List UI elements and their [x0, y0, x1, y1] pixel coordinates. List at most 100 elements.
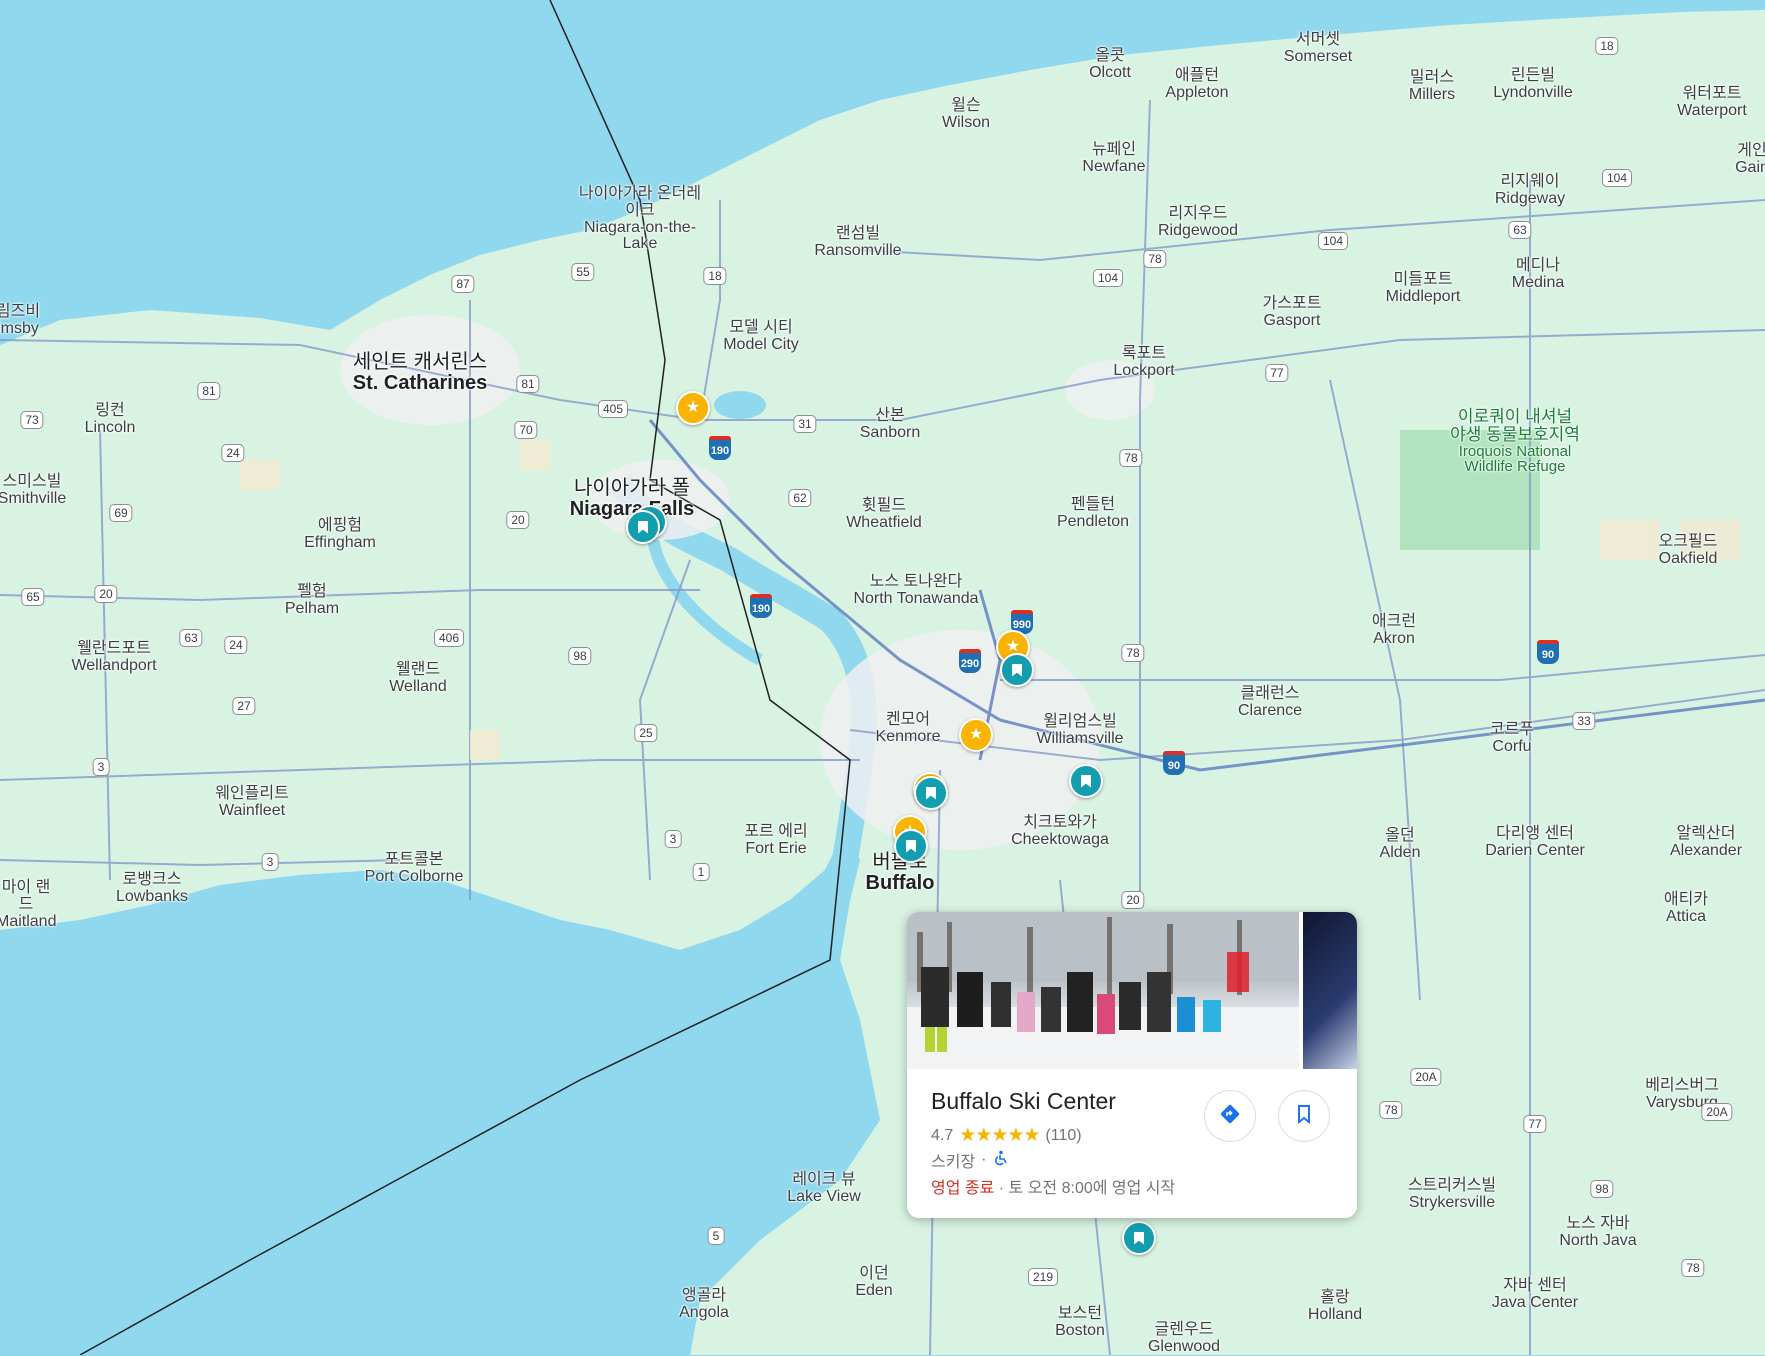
open-status: 영업 종료: [931, 1180, 995, 1197]
place-label: 포르 에리 Fort Erie: [744, 823, 808, 857]
place-label: 뉴페인 Newfane: [1082, 141, 1146, 175]
place-label: 마이 랜드 Maitland: [0, 879, 57, 930]
bookmark-icon: [1012, 663, 1022, 677]
bookmark-icon: [638, 520, 648, 534]
place-photo[interactable]: [907, 912, 1299, 1069]
route-shield: 3: [664, 830, 682, 848]
place-label: 서머셋 Somerset: [1283, 31, 1353, 65]
route-shield: 63: [1508, 221, 1532, 239]
starred-place-pin[interactable]: ★: [676, 391, 710, 425]
place-label: 애플턴 Appleton: [1165, 67, 1229, 101]
route-shield: 219: [1027, 1268, 1059, 1286]
place-label: 록포트 Lockport: [1113, 345, 1175, 379]
route-shield: 406: [433, 629, 465, 647]
place-card[interactable]: Buffalo Ski Center 4.7 ★★★★★ (110) 스키장 ·…: [907, 912, 1357, 1218]
route-shield: 31: [793, 415, 817, 433]
place-label: 윌슨 Wilson: [941, 97, 991, 131]
route-shield: 24: [224, 636, 248, 654]
route-shield: 3: [92, 758, 110, 776]
place-label: 자바 센터 Java Center: [1491, 1277, 1579, 1311]
place-label: 코르푸 Corfu: [1489, 721, 1535, 755]
saved-place-pin[interactable]: [914, 776, 948, 810]
route-shield: 73: [20, 411, 44, 429]
place-label: 나이아가라 온더레이크 Niagara-on-the-Lake: [578, 185, 702, 253]
place-label: 미들포트 Middleport: [1385, 271, 1461, 305]
place-label: 세인트 캐서린스 St. Catharines: [352, 351, 488, 394]
opening-hours: · 토 오전 8:00에 영업 시작: [994, 1180, 1176, 1197]
route-shield: 70: [514, 421, 538, 439]
interstate-shield: 190: [709, 436, 731, 460]
saved-place-pin[interactable]: [1122, 1221, 1156, 1255]
place-label: 리지우드 Ridgewood: [1157, 205, 1239, 239]
route-shield: 62: [788, 489, 812, 507]
place-label: 홀랑 Holland: [1307, 1289, 1363, 1323]
place-label: 이던 Eden: [855, 1265, 893, 1299]
route-shield: 55: [571, 263, 595, 281]
place-label: 스미스빌 Smithville: [0, 473, 67, 507]
place-label: 이로쿼이 내셔널 야생 동물보호지역 Iroquois National Wild…: [1450, 407, 1580, 476]
place-label: 에핑험 Effingham: [304, 517, 376, 551]
place-label: 로뱅크스 Lowbanks: [115, 871, 189, 905]
star-icon: ★: [685, 399, 701, 416]
place-label: 노스 토나완다 North Tonawanda: [853, 573, 979, 607]
bookmark-icon: [1081, 774, 1091, 788]
place-label: 올콧 Olcott: [1089, 47, 1131, 81]
rating-row[interactable]: 4.7 ★★★★★ (110): [931, 1124, 1082, 1147]
wheelchair-icon: [993, 1150, 1009, 1171]
saved-place-pin[interactable]: [1069, 764, 1103, 798]
route-shield: 1: [692, 863, 710, 881]
directions-icon: [1219, 1103, 1241, 1130]
place-label: 펠험 Pelham: [284, 583, 340, 617]
route-shield: 81: [516, 375, 540, 393]
interstate-shield: 90: [1537, 640, 1559, 664]
place-label: 다리앵 센터 Darien Center: [1485, 825, 1585, 859]
route-shield: 78: [1379, 1101, 1403, 1119]
interstate-shield: 190: [750, 594, 772, 618]
saved-place-pin[interactable]: [894, 829, 928, 863]
place-label: 산본 Sanborn: [859, 407, 921, 441]
place-label: 보스턴 Boston: [1055, 1305, 1105, 1339]
route-shield: 18: [703, 267, 727, 285]
save-button[interactable]: [1278, 1090, 1330, 1142]
place-label: 올던 Alden: [1379, 827, 1421, 861]
place-label: 펜들턴 Pendleton: [1056, 496, 1130, 530]
place-label: 휫필드 Wheatfield: [846, 497, 922, 531]
review-count: (110): [1045, 1126, 1082, 1144]
place-label: 웰란드포트 Wellandport: [71, 640, 157, 674]
place-label: 리지웨이 Ridgeway: [1494, 173, 1566, 207]
route-shield: 18: [1595, 37, 1619, 55]
place-label: 켄모어 Kenmore: [875, 711, 941, 745]
place-label: 치크토와가 Cheektowaga: [1011, 814, 1109, 848]
star-icon: ★: [968, 726, 984, 743]
place-label: 글렌우드 Glenwood: [1147, 1321, 1221, 1355]
saved-place-pin[interactable]: [1000, 653, 1034, 687]
bookmark-icon: [1134, 1231, 1144, 1245]
place-title: Buffalo Ski Center: [931, 1088, 1116, 1114]
category-row: 스키장 ·: [931, 1148, 1009, 1172]
place-label: 웰랜드 Welland: [389, 661, 447, 695]
route-shield: 24: [221, 444, 245, 462]
place-label: 애크런 Akron: [1371, 613, 1417, 647]
place-label: 알렉산더 Alexander: [1669, 825, 1743, 859]
starred-place-pin[interactable]: ★: [959, 718, 993, 752]
place-label: 워터포트 Waterport: [1677, 85, 1747, 119]
route-shield: 63: [179, 629, 203, 647]
bookmark-icon: [1295, 1104, 1313, 1129]
place-label: 스트리커스빌 Strykersville: [1407, 1177, 1497, 1211]
route-shield: 20: [94, 585, 118, 603]
route-shield: 20A: [1701, 1103, 1733, 1121]
directions-button[interactable]: [1204, 1090, 1256, 1142]
saved-place-pin[interactable]: [626, 510, 660, 544]
route-shield: 98: [1590, 1180, 1614, 1198]
place-label: 레이크 뷰 Lake View: [787, 1171, 861, 1205]
place-label: 가스포트 Gasport: [1262, 295, 1322, 329]
route-shield: 69: [109, 504, 133, 522]
route-shield: 98: [568, 647, 592, 665]
place-photo[interactable]: [1303, 912, 1357, 1069]
route-shield: 3: [261, 853, 279, 871]
star-rating-icon: ★★★★★: [959, 1125, 1040, 1146]
place-label: 메디나 Medina: [1511, 257, 1565, 291]
route-shield: 77: [1523, 1115, 1547, 1133]
route-shield: 33: [1572, 712, 1596, 730]
place-label: 애티카 Attica: [1663, 891, 1709, 925]
